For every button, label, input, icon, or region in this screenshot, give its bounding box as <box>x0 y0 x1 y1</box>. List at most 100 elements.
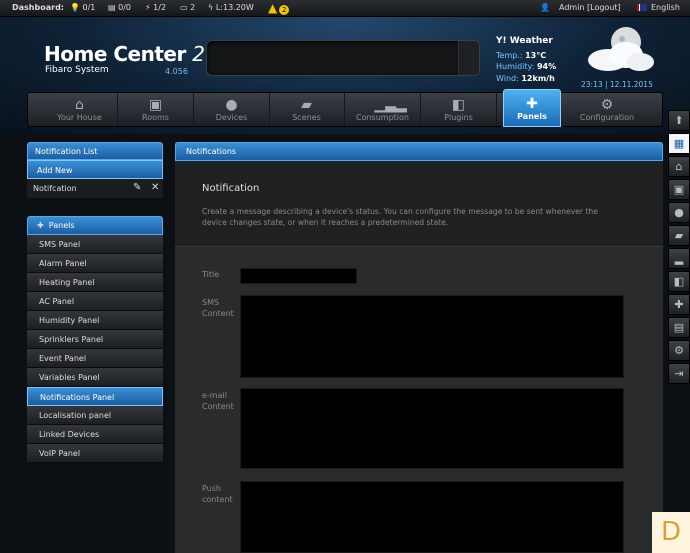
warning-icon: ▲ <box>268 1 278 15</box>
chart-icon: ▁▃▂ <box>374 97 407 113</box>
yahoo-icon: Y! <box>496 36 507 46</box>
email-label-line2: Content <box>202 402 234 411</box>
temp-label: Temp.: <box>496 51 523 60</box>
house-icon: ⌂ <box>75 97 84 113</box>
humidity-label: Humidity: <box>496 62 535 71</box>
panel-item-variables[interactable]: Variables Panel <box>27 368 163 387</box>
corner-badge[interactable]: D <box>652 512 690 553</box>
panel-item-sms[interactable]: SMS Panel <box>27 235 163 254</box>
language-selector[interactable]: English <box>651 3 680 12</box>
tab-your-house[interactable]: ⌂ Your House <box>42 93 118 126</box>
rooms-icon: ▣ <box>148 97 163 113</box>
cloud-moon-icon <box>582 24 658 74</box>
tab-label: Rooms <box>142 113 169 122</box>
blinds-count: 0/0 <box>118 3 131 12</box>
gears-icon: ⚙ <box>600 97 614 113</box>
panel-item-sprinklers[interactable]: Sprinklers Panel <box>27 330 163 349</box>
notification-list-header: Notification List <box>27 142 163 160</box>
rooms-status[interactable]: ▭ 2 <box>180 3 195 12</box>
weather-humidity: Humidity: 94% <box>496 62 556 71</box>
clipboard-icon[interactable]: ▤ <box>668 317 690 338</box>
panel-item-localisation[interactable]: Localisation panel <box>27 406 163 425</box>
email-label: e-mail Content <box>202 390 234 412</box>
edit-icon[interactable]: ✎ <box>133 182 141 193</box>
weather-title: Y! Weather <box>496 36 553 46</box>
tab-label: Consumption <box>356 113 409 122</box>
tab-label: Scenes <box>292 113 321 122</box>
email-content-textarea[interactable] <box>240 388 624 469</box>
datetime-label: 23:13 | 12.11.2015 <box>581 80 653 89</box>
panel-item-linked-devices[interactable]: Linked Devices <box>27 425 163 444</box>
notification-item[interactable]: Notifcation ✎ ✕ <box>27 179 163 199</box>
tab-consumption[interactable]: ▁▃▂ Consumption <box>345 93 421 126</box>
plugin-icon: ◧ <box>451 97 466 113</box>
dashboard-label: Dashboard: <box>12 3 64 12</box>
panel-item-event[interactable]: Event Panel <box>27 349 163 368</box>
plugin-icon[interactable]: ◧ <box>668 271 690 292</box>
power-status[interactable]: ϟ L:13.20W <box>208 3 254 12</box>
panel-item-humidity[interactable]: Humidity Panel <box>27 311 163 330</box>
bulb-icon: 💡 <box>70 3 80 12</box>
logo-title-suffix: 2 <box>192 42 205 66</box>
push-label-line2: content <box>202 495 233 504</box>
notification-scrollbar[interactable] <box>458 41 479 75</box>
add-new-button[interactable]: Add New <box>27 160 163 179</box>
panel-item-notifications[interactable]: Notifications Panel <box>27 387 163 406</box>
editor-header: Notifications <box>175 142 663 161</box>
temp-value: 13°C <box>525 51 547 60</box>
tab-scenes[interactable]: ▰ Scenes <box>269 93 345 126</box>
logo-subtitle: Fibaro System <box>45 65 109 75</box>
push-content-textarea[interactable] <box>240 481 624 553</box>
bulb-icon[interactable]: ● <box>668 202 690 223</box>
version-label: 4.056 <box>165 67 188 76</box>
house-icon[interactable]: ⌂ <box>668 156 690 177</box>
logout-link[interactable]: [Logout] <box>587 3 621 12</box>
sms-content-textarea[interactable] <box>240 295 624 378</box>
alerts-status[interactable]: ▲ 2 <box>268 1 290 15</box>
title-input[interactable] <box>240 268 357 284</box>
panels-list: ✚ Panels SMS Panel Alarm Panel Heating P… <box>27 216 163 463</box>
tab-devices[interactable]: ● Devices <box>194 93 270 126</box>
blinds-status[interactable]: ▤ 0/0 <box>108 3 131 12</box>
power-icon: ϟ <box>208 3 214 12</box>
delete-icon[interactable]: ✕ <box>151 182 159 193</box>
lights-status[interactable]: 💡 0/1 <box>70 3 95 12</box>
user-name: Admin <box>559 3 585 12</box>
panels-header: ✚ Panels <box>27 216 163 235</box>
calendar-icon[interactable]: ▦ <box>668 133 690 154</box>
puzzle-icon[interactable]: ✚ <box>668 294 690 315</box>
devices-status[interactable]: ⚡ 1/2 <box>145 3 166 12</box>
arrow-up-icon[interactable]: ⬆ <box>668 110 690 131</box>
clapper-icon[interactable]: ▰ <box>668 225 690 246</box>
lights-count: 0/1 <box>82 3 96 12</box>
plug-icon: ⚡ <box>145 3 151 12</box>
sms-label-line1: SMS <box>202 298 220 307</box>
tab-panels[interactable]: ✚ Panels <box>503 89 561 127</box>
gears-icon[interactable]: ⚙ <box>668 340 690 361</box>
push-label-line1: Push <box>202 484 221 493</box>
wind-value: 12km/h <box>521 74 555 83</box>
power-value: L:13.20W <box>215 3 254 12</box>
tab-rooms[interactable]: ▣ Rooms <box>118 93 194 126</box>
tab-label: Panels <box>517 112 547 121</box>
panel-item-heating[interactable]: Heating Panel <box>27 273 163 292</box>
chart-icon[interactable]: ▂ <box>668 248 690 269</box>
rooms-icon[interactable]: ▣ <box>668 179 690 200</box>
email-label-line1: e-mail <box>202 391 227 400</box>
editor-title: Notification <box>202 183 260 194</box>
panel-item-ac[interactable]: AC Panel <box>27 292 163 311</box>
tab-plugins[interactable]: ◧ Plugins <box>421 93 497 126</box>
tab-label: Configuration <box>579 113 635 122</box>
panel-item-voip[interactable]: VoIP Panel <box>27 444 163 463</box>
notification-list-panel: Notification List Add New Notifcation ✎ … <box>27 142 163 199</box>
title-label: Title <box>202 270 220 279</box>
sms-label-line2: Content <box>202 309 234 318</box>
logo-title: Home Center <box>44 42 186 66</box>
panel-item-alarm[interactable]: Alarm Panel <box>27 254 163 273</box>
panels-title: Panels <box>48 221 75 230</box>
humidity-value: 94% <box>536 62 557 71</box>
app-logo[interactable]: Home Center 2 <box>44 42 205 66</box>
exit-icon[interactable]: ⇥ <box>668 363 690 384</box>
tab-configuration[interactable]: ⚙ Configuration <box>569 93 645 126</box>
puzzle-icon: ✚ <box>526 96 538 112</box>
